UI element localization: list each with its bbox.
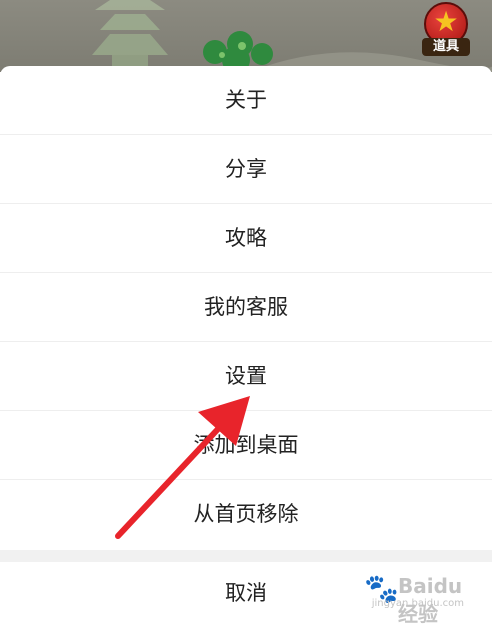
game-background: ★ 道具: [0, 0, 492, 72]
menu-item-settings[interactable]: 设置: [0, 342, 492, 411]
watermark-url: jingyan.baidu.com: [371, 598, 464, 609]
action-sheet-menu: 关于 分享 攻略 我的客服 设置 添加到桌面 从首页移除: [0, 66, 492, 549]
baidu-watermark: 🐾 Baidu 经验 jingyan.baidu.com: [364, 572, 464, 626]
menu-item-remove-from-home[interactable]: 从首页移除: [0, 480, 492, 549]
action-sheet: 关于 分享 攻略 我的客服 设置 添加到桌面 从首页移除 取消: [0, 66, 492, 628]
menu-item-about[interactable]: 关于: [0, 66, 492, 135]
menu-item-guide[interactable]: 攻略: [0, 204, 492, 273]
menu-item-share[interactable]: 分享: [0, 135, 492, 204]
cancel-separator: [0, 550, 492, 562]
menu-item-customer-service[interactable]: 我的客服: [0, 273, 492, 342]
tools-button[interactable]: ★ 道具: [422, 2, 470, 58]
menu-item-add-to-desktop[interactable]: 添加到桌面: [0, 411, 492, 480]
game-scene-art: [92, 0, 492, 72]
tools-label: 道具: [422, 38, 470, 56]
star-icon: ★: [433, 5, 459, 38]
